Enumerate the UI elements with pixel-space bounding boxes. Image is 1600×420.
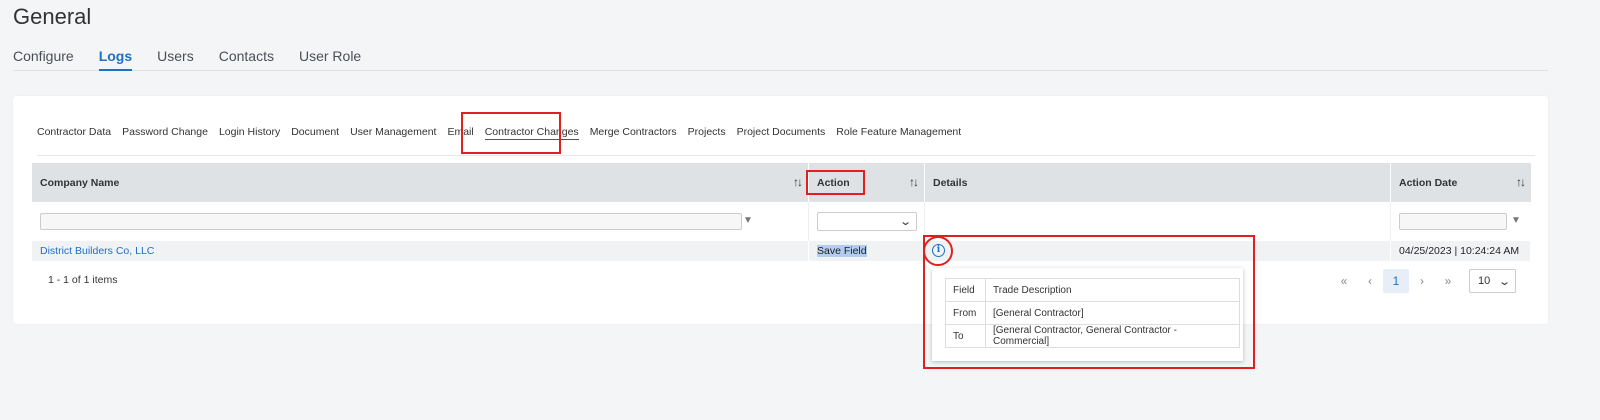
filter-cell-date: ▼ (1391, 202, 1531, 241)
details-key: From (945, 301, 986, 325)
details-key: To (945, 324, 986, 348)
details-row: From [General Contractor] (945, 301, 1240, 325)
grid-header: Company Name ↑↓ Action ↑↓ Details Action… (32, 163, 1531, 202)
column-header-action[interactable]: Action ↑↓ (809, 163, 925, 202)
tab-users[interactable]: Users (157, 48, 194, 70)
column-header-details: Details (925, 163, 1391, 202)
subtab-project-documents[interactable]: Project Documents (737, 125, 826, 145)
page-1-button[interactable]: 1 (1383, 269, 1409, 293)
chevron-down-icon: ⌄ (898, 216, 912, 228)
filter-cell-details (925, 202, 1391, 241)
column-label: Details (933, 176, 968, 189)
company-filter-input[interactable] (40, 213, 742, 230)
details-cell: i (923, 236, 1391, 266)
action-filter-select[interactable]: ⌄ (817, 212, 917, 231)
column-label: Action (817, 176, 850, 189)
table-row: District Builders Co, LLC Save Field i 0… (32, 236, 1531, 266)
tab-contacts[interactable]: Contacts (219, 48, 274, 70)
details-popup: Field Trade Description From [General Co… (932, 268, 1243, 361)
subtab-projects[interactable]: Projects (688, 125, 726, 145)
column-label: Company Name (40, 176, 120, 189)
logs-grid: Company Name ↑↓ Action ↑↓ Details Action… (32, 163, 1531, 266)
details-value: [General Contractor] (985, 301, 1240, 325)
sort-icon[interactable]: ↑↓ (1516, 175, 1526, 189)
filter-cell-action: ⌄ (809, 202, 925, 241)
subtab-email[interactable]: Email (447, 125, 473, 145)
details-key: Field (945, 278, 986, 302)
column-label: Action Date (1399, 176, 1458, 189)
details-table: Field Trade Description From [General Co… (945, 278, 1240, 348)
filter-icon[interactable]: ▼ (743, 215, 753, 226)
subtab-contractor-data[interactable]: Contractor Data (37, 125, 111, 145)
details-row: To [General Contractor, General Contract… (945, 324, 1240, 348)
details-value: [General Contractor, General Contractor … (985, 324, 1240, 348)
last-page-button[interactable]: » (1435, 269, 1461, 293)
logs-card: Contractor Data Password Change Login Hi… (13, 96, 1548, 324)
next-page-button[interactable]: › (1409, 269, 1435, 293)
subtab-user-management[interactable]: User Management (350, 125, 436, 145)
action-value: Save Field (817, 245, 867, 257)
date-cell: 04/25/2023 | 10:24:24 AM (1391, 241, 1531, 261)
subtab-password-change[interactable]: Password Change (122, 125, 208, 145)
log-type-tabs: Contractor Data Password Change Login Hi… (37, 125, 1535, 156)
filter-row: ▼ ⌄ ▼ (32, 202, 1531, 241)
column-header-company-name[interactable]: Company Name ↑↓ (32, 163, 809, 202)
sort-icon[interactable]: ↑↓ (909, 175, 919, 189)
company-link[interactable]: District Builders Co, LLC (40, 245, 154, 257)
sort-icon[interactable]: ↑↓ (793, 175, 803, 189)
tab-configure[interactable]: Configure (13, 48, 74, 70)
items-count: 1 - 1 of 1 items (48, 274, 118, 286)
page-size-value: 10 (1478, 275, 1491, 287)
page-size-select[interactable]: 10 ⌄ (1469, 269, 1516, 293)
annotation-circle (923, 236, 953, 266)
action-cell: Save Field (809, 241, 925, 261)
subtab-merge-contractors[interactable]: Merge Contractors (590, 125, 677, 145)
subtab-document[interactable]: Document (291, 125, 339, 145)
subtab-login-history[interactable]: Login History (219, 125, 280, 145)
page-title: General (13, 4, 92, 29)
tab-user-role[interactable]: User Role (299, 48, 361, 70)
first-page-button[interactable]: « (1331, 269, 1357, 293)
main-tabs: Configure Logs Users Contacts User Role (13, 48, 1548, 71)
column-header-action-date[interactable]: Action Date ↑↓ (1391, 163, 1531, 202)
tab-logs[interactable]: Logs (98, 48, 133, 71)
details-row: Field Trade Description (945, 278, 1240, 302)
subtab-contractor-changes[interactable]: Contractor Changes (484, 125, 579, 140)
details-value: Trade Description (985, 278, 1240, 302)
filter-cell-company: ▼ (32, 202, 809, 241)
date-filter-input[interactable] (1399, 213, 1507, 230)
filter-icon[interactable]: ▼ (1511, 215, 1521, 226)
company-cell: District Builders Co, LLC (32, 241, 809, 261)
pager: « ‹ 1 › » 10 ⌄ (1331, 269, 1516, 293)
subtab-role-feature-management[interactable]: Role Feature Management (836, 125, 961, 145)
prev-page-button[interactable]: ‹ (1357, 269, 1383, 293)
chevron-down-icon: ⌄ (1497, 276, 1511, 288)
